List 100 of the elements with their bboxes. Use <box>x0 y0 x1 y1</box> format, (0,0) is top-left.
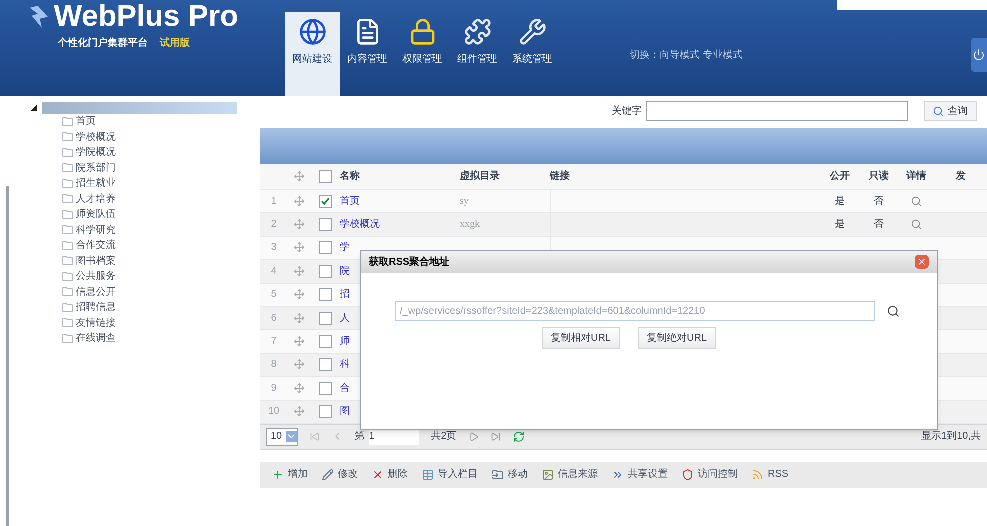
expand-icon[interactable] <box>30 104 38 112</box>
details-icon[interactable] <box>911 196 922 207</box>
table-cell-text: 否 <box>874 218 884 232</box>
drag-handle-icon[interactable] <box>294 336 304 348</box>
lock-icon <box>408 18 436 46</box>
power-button[interactable] <box>971 38 987 72</box>
search-icon[interactable] <box>887 304 900 318</box>
details-icon[interactable] <box>911 219 922 230</box>
toolbar-button[interactable]: 增加 <box>272 467 308 482</box>
first-page-icon[interactable] <box>310 432 320 442</box>
toolbar-button[interactable]: 共享设置 <box>612 467 668 482</box>
next-page-icon[interactable] <box>468 432 479 442</box>
logo-subtitle: 个性化门户集群平台 <box>58 36 148 51</box>
table-icon <box>422 468 434 481</box>
last-page-icon[interactable] <box>490 432 501 442</box>
tree-item[interactable]: 首页 <box>76 114 96 130</box>
tree-item[interactable]: 在线调查 <box>76 331 116 346</box>
puzzle-icon <box>464 18 492 46</box>
copy-url-button[interactable]: 复制绝对URL <box>638 327 716 349</box>
toolbar-button[interactable]: 删除 <box>372 467 408 482</box>
close-button[interactable] <box>915 255 929 269</box>
row-number: 6 <box>271 312 277 326</box>
checkbox[interactable] <box>318 241 332 254</box>
nav-tab[interactable]: 组件管理 <box>450 12 505 96</box>
column-name-link[interactable]: 学校概况 <box>340 217 380 232</box>
table-cell-text: sy <box>460 194 469 209</box>
wrench-icon <box>518 18 546 46</box>
page-summary: 显示1到10,共 <box>922 430 981 444</box>
move-icon <box>294 171 304 182</box>
column-name-link[interactable]: 人 <box>340 310 350 326</box>
tree-item[interactable]: 院系部门 <box>76 160 116 176</box>
tree-item[interactable]: 学院概况 <box>76 145 116 160</box>
tree-item[interactable]: 公共服务 <box>76 269 116 284</box>
checkbox[interactable] <box>318 405 332 418</box>
row-number: 1 <box>271 194 277 209</box>
page-size-select[interactable]: 10 <box>266 428 298 446</box>
tree-item[interactable]: 招聘信息 <box>76 300 116 316</box>
drag-handle-icon[interactable] <box>294 242 304 254</box>
checkbox[interactable] <box>318 335 332 348</box>
drag-handle-icon[interactable] <box>294 196 304 207</box>
checkbox[interactable] <box>318 358 332 372</box>
checkbox[interactable] <box>318 288 332 302</box>
toolbar-button[interactable]: 移动 <box>492 467 528 482</box>
checkbox[interactable] <box>318 382 332 395</box>
drag-handle-icon[interactable] <box>294 266 304 277</box>
tree-item[interactable]: 友情链接 <box>76 316 116 331</box>
checkbox[interactable] <box>318 264 332 278</box>
toolbar-button[interactable]: 访问控制 <box>682 467 738 482</box>
search-button[interactable]: 查询 <box>924 101 977 121</box>
table-cell-text: 是 <box>835 218 845 232</box>
folder-icon <box>62 317 74 330</box>
folder-icon <box>62 224 74 236</box>
toolbar-button[interactable]: 导入栏目 <box>422 467 478 482</box>
nav-tab[interactable]: 权限管理 <box>395 12 450 96</box>
drag-handle-icon[interactable] <box>294 382 304 394</box>
drag-handle-icon[interactable] <box>294 406 304 418</box>
power-icon <box>973 49 985 61</box>
row-number: 10 <box>268 405 280 420</box>
column-name-link[interactable]: 合 <box>340 380 350 396</box>
toolbar-button[interactable]: 修改 <box>322 467 358 482</box>
drag-handle-icon[interactable] <box>294 289 304 300</box>
refresh-icon[interactable] <box>512 430 525 443</box>
tree-item[interactable]: 招生就业 <box>76 176 116 192</box>
checkbox[interactable] <box>318 170 332 183</box>
tree-item[interactable]: 图书档案 <box>76 254 116 269</box>
shield-icon <box>682 468 694 481</box>
drag-handle-icon[interactable] <box>294 312 304 324</box>
checkbox[interactable] <box>318 218 332 232</box>
row-number: 3 <box>271 241 277 256</box>
tree-item[interactable]: 科学研究 <box>76 222 116 238</box>
tree-item[interactable]: 合作交流 <box>76 238 116 254</box>
column-name-link[interactable]: 师 <box>340 334 350 350</box>
drag-handle-icon[interactable] <box>294 219 304 230</box>
toolbar-button[interactable]: 信息来源 <box>542 467 598 482</box>
tree-item[interactable]: 师资队伍 <box>76 207 116 222</box>
folder-icon <box>62 208 74 221</box>
dropdown-icon <box>286 431 298 442</box>
toolbar-button[interactable]: RSS <box>752 467 789 482</box>
checkbox[interactable] <box>318 312 332 325</box>
checkbox[interactable] <box>318 194 332 208</box>
keyword-label: 关键字 <box>612 104 642 118</box>
copy-url-button[interactable]: 复制相对URL <box>542 327 620 349</box>
keyword-field[interactable] <box>646 101 908 121</box>
column-name-link[interactable]: 招 <box>340 287 350 302</box>
tree-item[interactable]: 学校概况 <box>76 130 116 145</box>
tree-item[interactable]: 信息公开 <box>76 284 116 300</box>
nav-tab[interactable]: 网站建设 <box>285 12 340 96</box>
column-name-link[interactable]: 学 <box>340 240 350 256</box>
row-number: 4 <box>271 264 277 279</box>
column-name-link[interactable]: 图 <box>340 404 350 420</box>
tree-item[interactable]: 人才培养 <box>76 192 116 207</box>
nav-tab[interactable]: 内容管理 <box>340 12 395 96</box>
tree-root-node[interactable] <box>42 102 237 114</box>
drag-handle-icon[interactable] <box>294 359 304 370</box>
column-name-link[interactable]: 院 <box>340 264 350 279</box>
column-name-link[interactable]: 科 <box>340 357 350 372</box>
search-icon <box>933 106 944 116</box>
nav-tab[interactable]: 系统管理 <box>505 12 560 96</box>
row-number: 2 <box>271 218 277 232</box>
column-name-link[interactable]: 首页 <box>340 194 360 209</box>
